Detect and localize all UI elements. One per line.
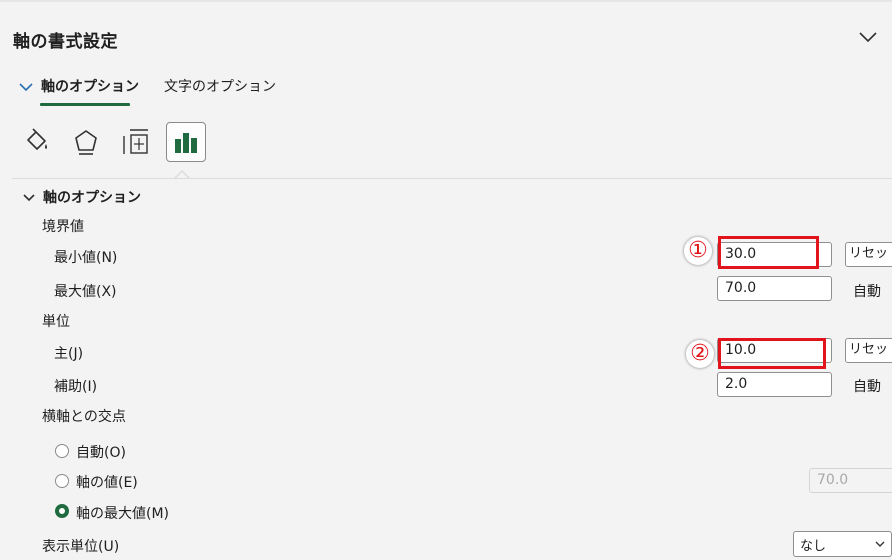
minor-unit-input[interactable]: 2.0 — [717, 372, 832, 397]
crosses-auto-radio[interactable] — [55, 444, 69, 458]
crosses-axis-value-radio[interactable] — [55, 474, 69, 488]
highlight-box-major — [718, 338, 826, 369]
display-units-select[interactable]: なし — [793, 531, 892, 557]
section-divider — [12, 178, 892, 179]
minimum-label: 最小値(N) — [54, 250, 118, 266]
effects-pentagon-icon — [75, 130, 97, 155]
major-unit-reset-button[interactable]: リセット — [845, 338, 892, 363]
tab-expand-chevron-icon[interactable] — [19, 82, 33, 92]
units-heading: 単位 — [42, 314, 70, 330]
annotation-marker-1: ① — [684, 237, 712, 265]
minor-unit-auto-label: 自動 — [853, 379, 881, 395]
crosses-heading: 横軸との交点 — [42, 409, 126, 425]
display-units-label: 表示単位(U) — [42, 539, 120, 555]
crosses-max-label[interactable]: 軸の最大値(M) — [76, 503, 169, 523]
top-border — [0, 0, 892, 2]
crosses-max-radio[interactable] — [55, 504, 69, 518]
crosses-axis-value-input: 70.0 — [809, 468, 892, 493]
active-tab-indicator — [40, 103, 130, 106]
bounds-heading: 境界値 — [42, 219, 84, 235]
minimum-reset-button[interactable]: リセット — [845, 242, 892, 267]
collapse-pane-chevron-icon[interactable] — [858, 30, 878, 44]
tab-text-options[interactable]: 文字のオプション — [164, 76, 276, 96]
axis-options-button[interactable] — [166, 122, 206, 162]
display-units-value: なし — [800, 539, 827, 554]
maximum-input[interactable]: 70.0 — [717, 276, 832, 301]
size-properties-button[interactable] — [116, 122, 156, 162]
effects-button[interactable] — [66, 122, 106, 162]
annotation-marker-2: ② — [686, 340, 714, 368]
axis-options-bar-chart-icon — [175, 133, 197, 153]
crosses-axis-value-label[interactable]: 軸の値(E) — [76, 472, 138, 492]
maximum-label: 最大値(X) — [54, 284, 117, 300]
section-collapse-chevron-icon[interactable] — [23, 193, 35, 202]
fill-line-button[interactable] — [16, 122, 56, 162]
tab-axis-options[interactable]: 軸のオプション — [41, 76, 139, 96]
pane-title: 軸の書式設定 — [13, 32, 118, 52]
chevron-down-icon — [875, 541, 885, 547]
crosses-auto-label[interactable]: 自動(O) — [76, 442, 126, 462]
minor-unit-label: 補助(I) — [54, 379, 98, 395]
section-title[interactable]: 軸のオプション — [43, 187, 141, 207]
highlight-box-minimum — [718, 236, 819, 269]
major-unit-label: 主(J) — [54, 346, 84, 362]
fill-line-icon — [27, 128, 47, 150]
size-properties-icon — [123, 129, 148, 154]
maximum-auto-label: 自動 — [853, 284, 881, 300]
